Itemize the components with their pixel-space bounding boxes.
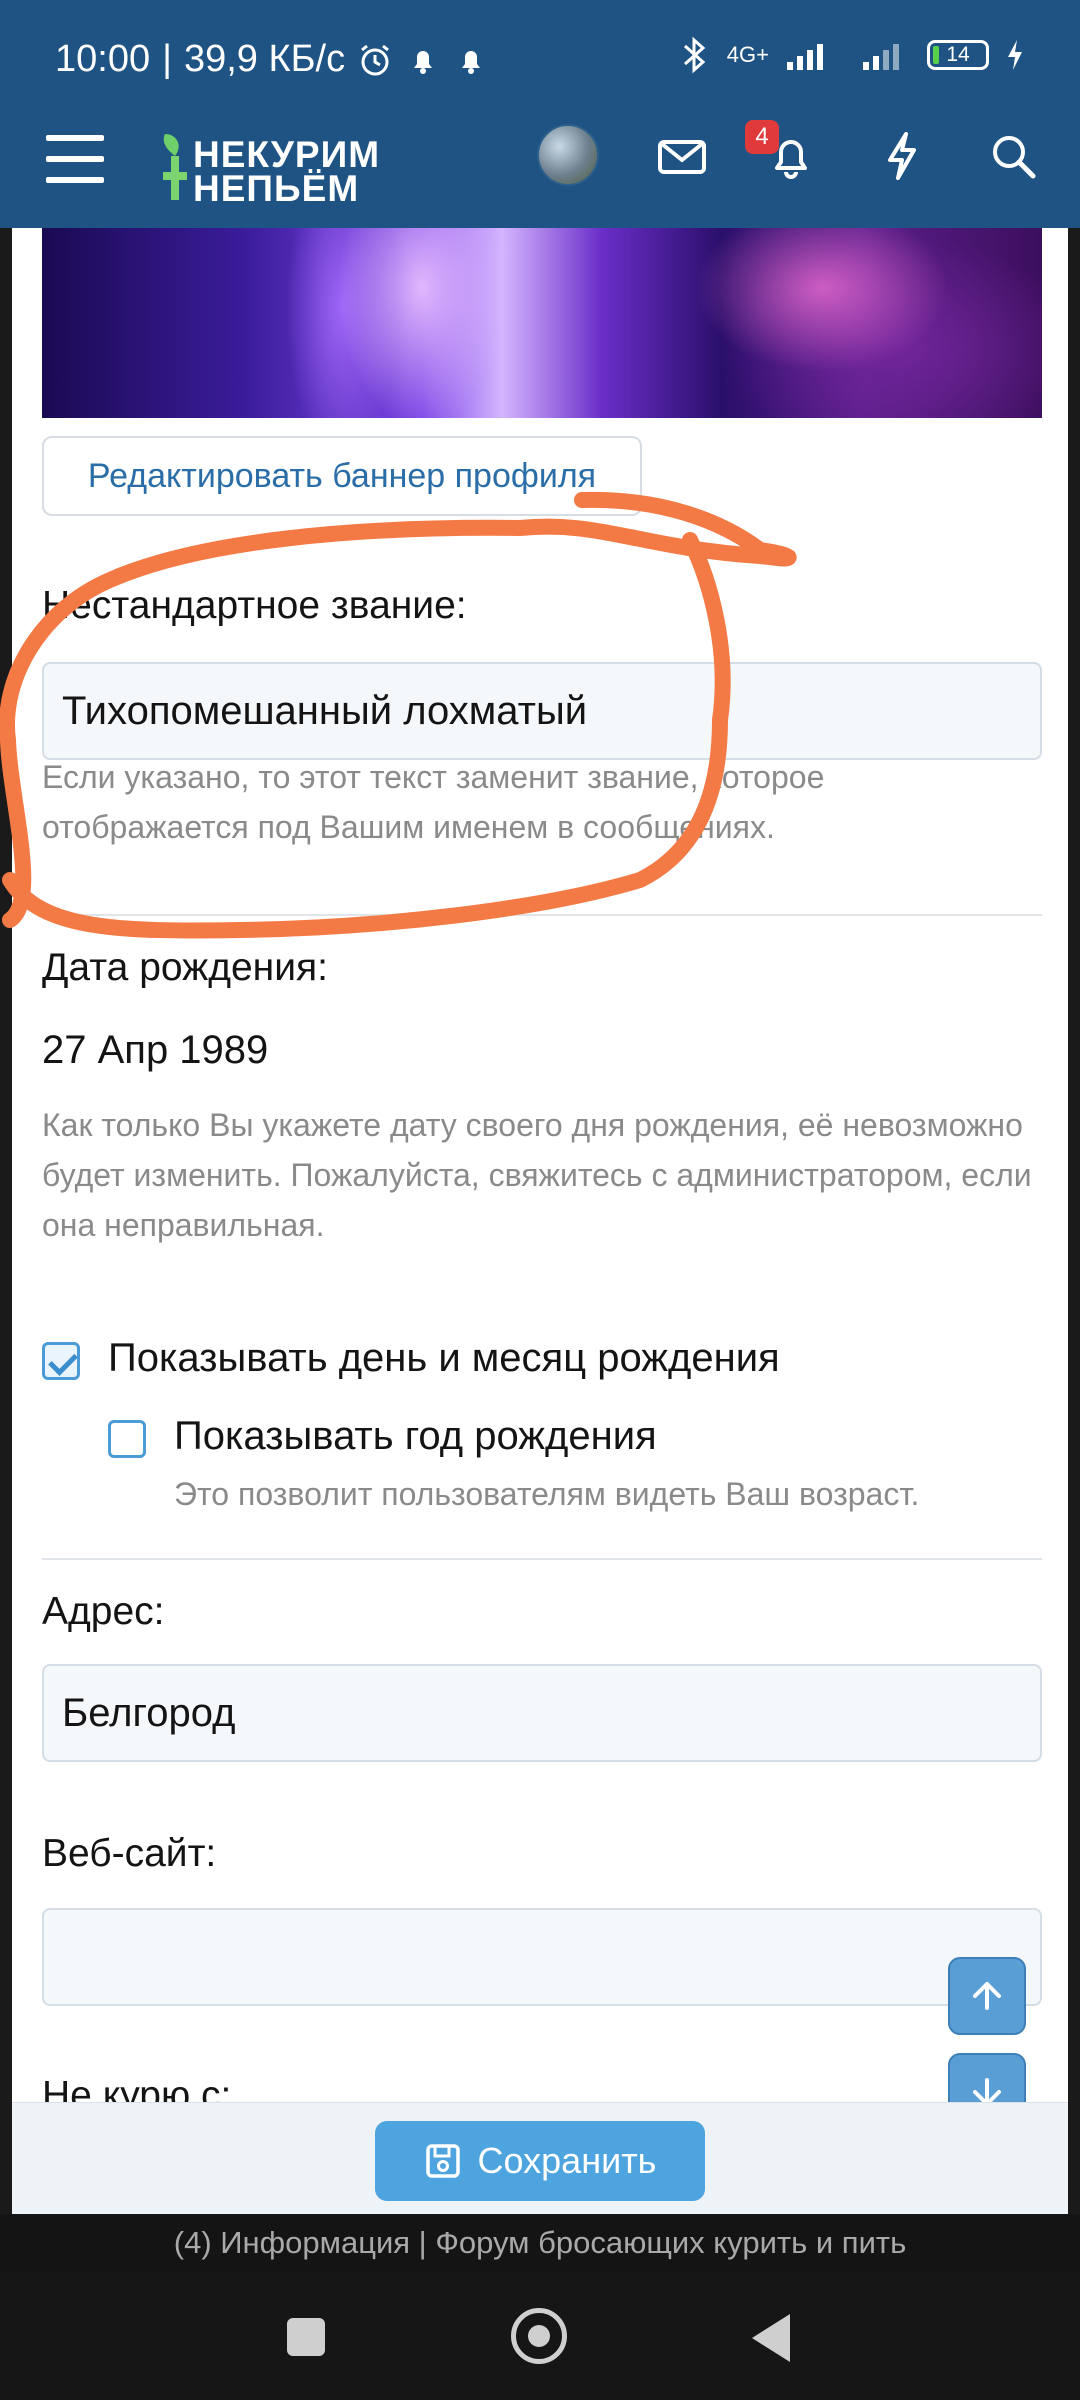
show-day-month-checkbox[interactable] xyxy=(42,1342,80,1380)
home-icon[interactable] xyxy=(511,2308,567,2364)
notification-bell-icon-2 xyxy=(462,50,481,74)
save-floppy-icon xyxy=(425,2144,460,2178)
battery-level: 14 xyxy=(946,43,970,66)
custom-title-label: Нестандартное звание: xyxy=(42,584,467,627)
bluetooth-icon xyxy=(683,36,706,74)
notification-bell-icon xyxy=(414,50,433,74)
alarm-icon xyxy=(361,44,390,75)
status-bar-left: 10:00 | 39,9 КБ/с xyxy=(55,38,489,81)
dob-hint: Как только Вы укажете дату своего дня ро… xyxy=(42,1107,1032,1243)
logo-leaf-icon xyxy=(163,134,187,200)
recent-apps-icon[interactable] xyxy=(287,2318,325,2356)
dob-label: Дата рождения: xyxy=(42,946,328,989)
profile-edit-form: Редактировать баннер профиля Нестандартн… xyxy=(12,228,1068,2114)
save-button-label: Сохранить xyxy=(477,2140,657,2181)
show-day-month-label[interactable]: Показывать день и месяц рождения xyxy=(108,1336,780,1381)
show-year-checkbox[interactable] xyxy=(108,1420,146,1458)
system-navigation-bar xyxy=(0,2272,1080,2400)
charging-icon xyxy=(1008,40,1022,70)
arrow-up-icon xyxy=(973,1982,1001,2010)
inbox-icon[interactable] xyxy=(654,128,710,184)
logo-line-2: НЕПЬЁМ xyxy=(193,168,360,209)
back-icon[interactable] xyxy=(752,2314,790,2362)
website-label: Веб-сайт: xyxy=(42,1832,217,1875)
custom-title-input[interactable]: Тихопомешанный лохматый xyxy=(42,662,1042,760)
signal-icon-2 xyxy=(863,44,899,70)
section-divider xyxy=(42,914,1042,916)
status-time: 10:00 xyxy=(55,38,151,80)
status-speed: 39,9 КБ/с xyxy=(183,38,346,80)
page-title-strip: (4) Информация | Форум бросающих курить … xyxy=(0,2214,1080,2272)
edit-banner-button[interactable]: Редактировать баннер профиля xyxy=(42,436,642,516)
signal-icon xyxy=(787,44,823,70)
status-bar: 10:00 | 39,9 КБ/с 4G+ 14 xyxy=(0,0,1080,120)
address-label: Адрес: xyxy=(42,1590,165,1633)
menu-icon[interactable] xyxy=(46,135,104,185)
dob-value: 27 Апр 1989 xyxy=(42,1028,269,1072)
status-bar-right: 4G+ 14 xyxy=(679,36,1025,74)
status-separator: | xyxy=(162,38,172,80)
profile-banner-image xyxy=(42,228,1042,418)
network-type-label: 4G+ xyxy=(726,42,769,67)
alerts-count-badge: 4 xyxy=(745,120,779,154)
website-input[interactable] xyxy=(42,1908,1042,2006)
page-title: (4) Информация | Форум бросающих курить … xyxy=(173,2225,907,2260)
address-input[interactable]: Белгород xyxy=(42,1664,1042,1762)
user-avatar[interactable] xyxy=(537,124,599,186)
app-header: НЕКУРИМ НЕПЬЁМ 4 xyxy=(0,120,1080,228)
scroll-up-button[interactable] xyxy=(948,1957,1026,2035)
save-button[interactable]: Сохранить xyxy=(375,2121,705,2201)
whats-new-bolt-icon[interactable] xyxy=(874,128,930,184)
show-year-hint: Это позволит пользователям видеть Ваш во… xyxy=(174,1476,920,1512)
form-submit-bar: Сохранить xyxy=(12,2102,1068,2214)
battery-indicator: 14 xyxy=(927,40,989,70)
site-logo[interactable]: НЕКУРИМ НЕПЬЁМ xyxy=(155,128,415,209)
show-year-label[interactable]: Показывать год рождения xyxy=(174,1414,657,1459)
custom-title-hint: Если указано, то этот текст заменит зван… xyxy=(42,759,825,845)
section-divider xyxy=(42,1558,1042,1560)
search-icon[interactable] xyxy=(985,128,1041,184)
